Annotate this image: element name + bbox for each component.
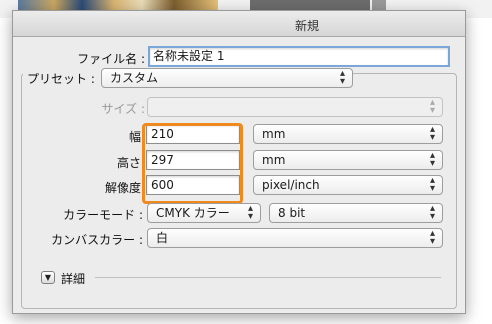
size-select: ▴ ▾ bbox=[147, 97, 443, 117]
resolution-unit-select[interactable]: pixel/inch ▴ ▾ bbox=[253, 175, 443, 195]
new-document-dialog: 新規 ファイル名 : 名称未設定 1 プリセット : カスタム ▴ ▾ サイズ :… bbox=[12, 10, 466, 314]
preset-select[interactable]: カスタム ▴ ▾ bbox=[101, 68, 353, 88]
bit-depth-select[interactable]: 8 bit ▴ ▾ bbox=[269, 203, 443, 223]
color-mode-label: カラーモード : bbox=[63, 208, 143, 222]
canvas-color-select[interactable]: 白 ▴ ▾ bbox=[147, 228, 443, 248]
bit-depth-value: 8 bit bbox=[278, 206, 306, 220]
canvas-color-value: 白 bbox=[156, 231, 169, 245]
canvas-color-label: カンバスカラー : bbox=[51, 233, 143, 247]
filename-label: ファイル名 : bbox=[77, 52, 145, 66]
preset-label: プリセット : bbox=[27, 72, 95, 86]
height-unit-select[interactable]: mm ▴ ▾ bbox=[253, 150, 443, 170]
color-mode-select[interactable]: CMYK カラー ▴ ▾ bbox=[147, 203, 261, 223]
width-unit-select[interactable]: mm ▴ ▾ bbox=[253, 124, 443, 144]
chevron-updown-icon: ▴ ▾ bbox=[429, 175, 435, 194]
chevron-updown-icon: ▴ ▾ bbox=[247, 203, 253, 222]
size-label: サイズ : bbox=[101, 102, 146, 116]
dialog-titlebar: 新規 bbox=[13, 11, 465, 37]
filename-input[interactable]: 名称未設定 1 bbox=[148, 46, 450, 67]
preset-select-value: カスタム bbox=[110, 71, 159, 85]
chevron-updown-icon: ▴ ▾ bbox=[339, 68, 345, 87]
width-unit-value: mm bbox=[262, 127, 286, 141]
height-label: 高さ bbox=[116, 156, 141, 170]
resolution-unit-value: pixel/inch bbox=[262, 178, 320, 192]
chevron-updown-icon: ▴ ▾ bbox=[429, 203, 435, 222]
highlight-frame bbox=[142, 123, 243, 204]
height-unit-value: mm bbox=[262, 153, 286, 167]
details-divider bbox=[95, 277, 441, 278]
resolution-label: 解像度 bbox=[104, 181, 141, 195]
width-label: 幅 bbox=[128, 130, 141, 144]
chevron-updown-icon: ▴ ▾ bbox=[429, 124, 435, 143]
chevron-updown-icon: ▴ ▾ bbox=[429, 228, 435, 247]
color-mode-value: CMYK カラー bbox=[156, 206, 230, 220]
chevron-updown-icon: ▴ ▾ bbox=[429, 97, 435, 116]
dialog-title: 新規 bbox=[294, 19, 319, 33]
details-label[interactable]: 詳細 bbox=[61, 270, 85, 287]
chevron-updown-icon: ▴ ▾ bbox=[429, 150, 435, 169]
disclosure-triangle-icon[interactable]: ▼ bbox=[41, 271, 55, 284]
